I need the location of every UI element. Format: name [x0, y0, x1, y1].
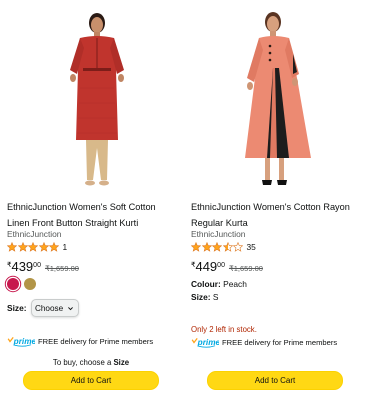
colour-value: Peach [223, 279, 247, 289]
colour-label: Colour: [191, 279, 221, 289]
size-selector-row: Size: Choose [7, 299, 79, 317]
star-empty-icon [233, 242, 243, 252]
size-info: Size: S [191, 292, 218, 302]
choose-size-note: To buy, choose a Size [0, 358, 182, 367]
size-value: S [212, 292, 219, 302]
colour-info: Colour: Peach [191, 279, 247, 289]
rating-count[interactable]: 35 [247, 242, 256, 252]
rating-count[interactable]: 1 [63, 242, 68, 252]
star-full-icon [49, 242, 59, 252]
list-price: ₹1,659.00 [44, 264, 79, 273]
product-card-2: EthnicJunction Women's Cotton Rayon Regu… [182, 0, 364, 400]
size-label: Size: [7, 303, 27, 313]
product-image-kurta-peach [245, 12, 311, 185]
product-price: ₹ 449 00 ₹1,659.00 [191, 259, 263, 274]
color-swatches [7, 278, 41, 290]
product-image[interactable] [237, 8, 347, 194]
color-swatch-1[interactable] [7, 278, 19, 290]
product-rating[interactable]: 35 [191, 241, 256, 253]
note-prefix: To buy, choose a [52, 358, 112, 367]
add-to-cart-button[interactable]: Add to Cart [207, 371, 343, 390]
prime-logo-text: prime [13, 337, 35, 346]
product-title[interactable]: EthnicJunction Women's Cotton Rayon Regu… [191, 199, 363, 231]
prime-logo-icon: prime [191, 338, 219, 348]
prime-delivery: prime FREE delivery for Prime members [7, 336, 153, 347]
list-price: ₹1,659.00 [228, 264, 263, 273]
star-full-icon [17, 242, 28, 252]
star-full-icon [191, 242, 201, 252]
star-full-icon [212, 242, 222, 252]
product-title[interactable]: EthnicJunction Women's Soft Cotton Linen… [7, 199, 179, 231]
price-whole: 449 [195, 259, 218, 274]
star-half-icon [222, 242, 233, 252]
product-card-1: EthnicJunction Women's Soft Cotton Linen… [0, 0, 182, 400]
prime-logo-text: prime [197, 338, 219, 347]
price-fraction: 00 [33, 262, 41, 269]
chevron-down-icon [68, 306, 74, 310]
size-dropdown-value: Choose [34, 303, 64, 313]
add-to-cart-button[interactable]: Add to Cart [23, 371, 159, 390]
product-rating[interactable]: 1 [7, 241, 67, 253]
product-image[interactable] [50, 8, 145, 194]
prime-logo-icon: prime [7, 337, 35, 347]
stock-warning: Only 2 left in stock. [191, 325, 257, 334]
star-rating [7, 242, 60, 252]
product-brand: EthnicJunction [191, 229, 246, 239]
prime-delivery-text: FREE delivery for Prime members [222, 338, 338, 347]
product-brand: EthnicJunction [7, 229, 62, 239]
price-fraction: 00 [217, 262, 225, 269]
star-full-icon [28, 242, 38, 252]
prime-delivery-text: FREE delivery for Prime members [38, 337, 154, 346]
note-bold: Size [113, 358, 130, 367]
price-whole: 439 [11, 259, 34, 274]
product-image-kurti-red [70, 13, 124, 186]
product-price: ₹ 439 00 ₹1,659.00 [7, 259, 79, 274]
star-full-icon [38, 242, 49, 252]
size-label: Size: [191, 292, 211, 302]
prime-delivery: prime FREE delivery for Prime members [191, 337, 337, 348]
star-full-icon [7, 242, 17, 252]
star-rating [191, 242, 244, 252]
star-full-icon [201, 242, 212, 252]
size-dropdown[interactable]: Choose [30, 299, 79, 317]
color-swatch-2[interactable] [24, 278, 36, 290]
